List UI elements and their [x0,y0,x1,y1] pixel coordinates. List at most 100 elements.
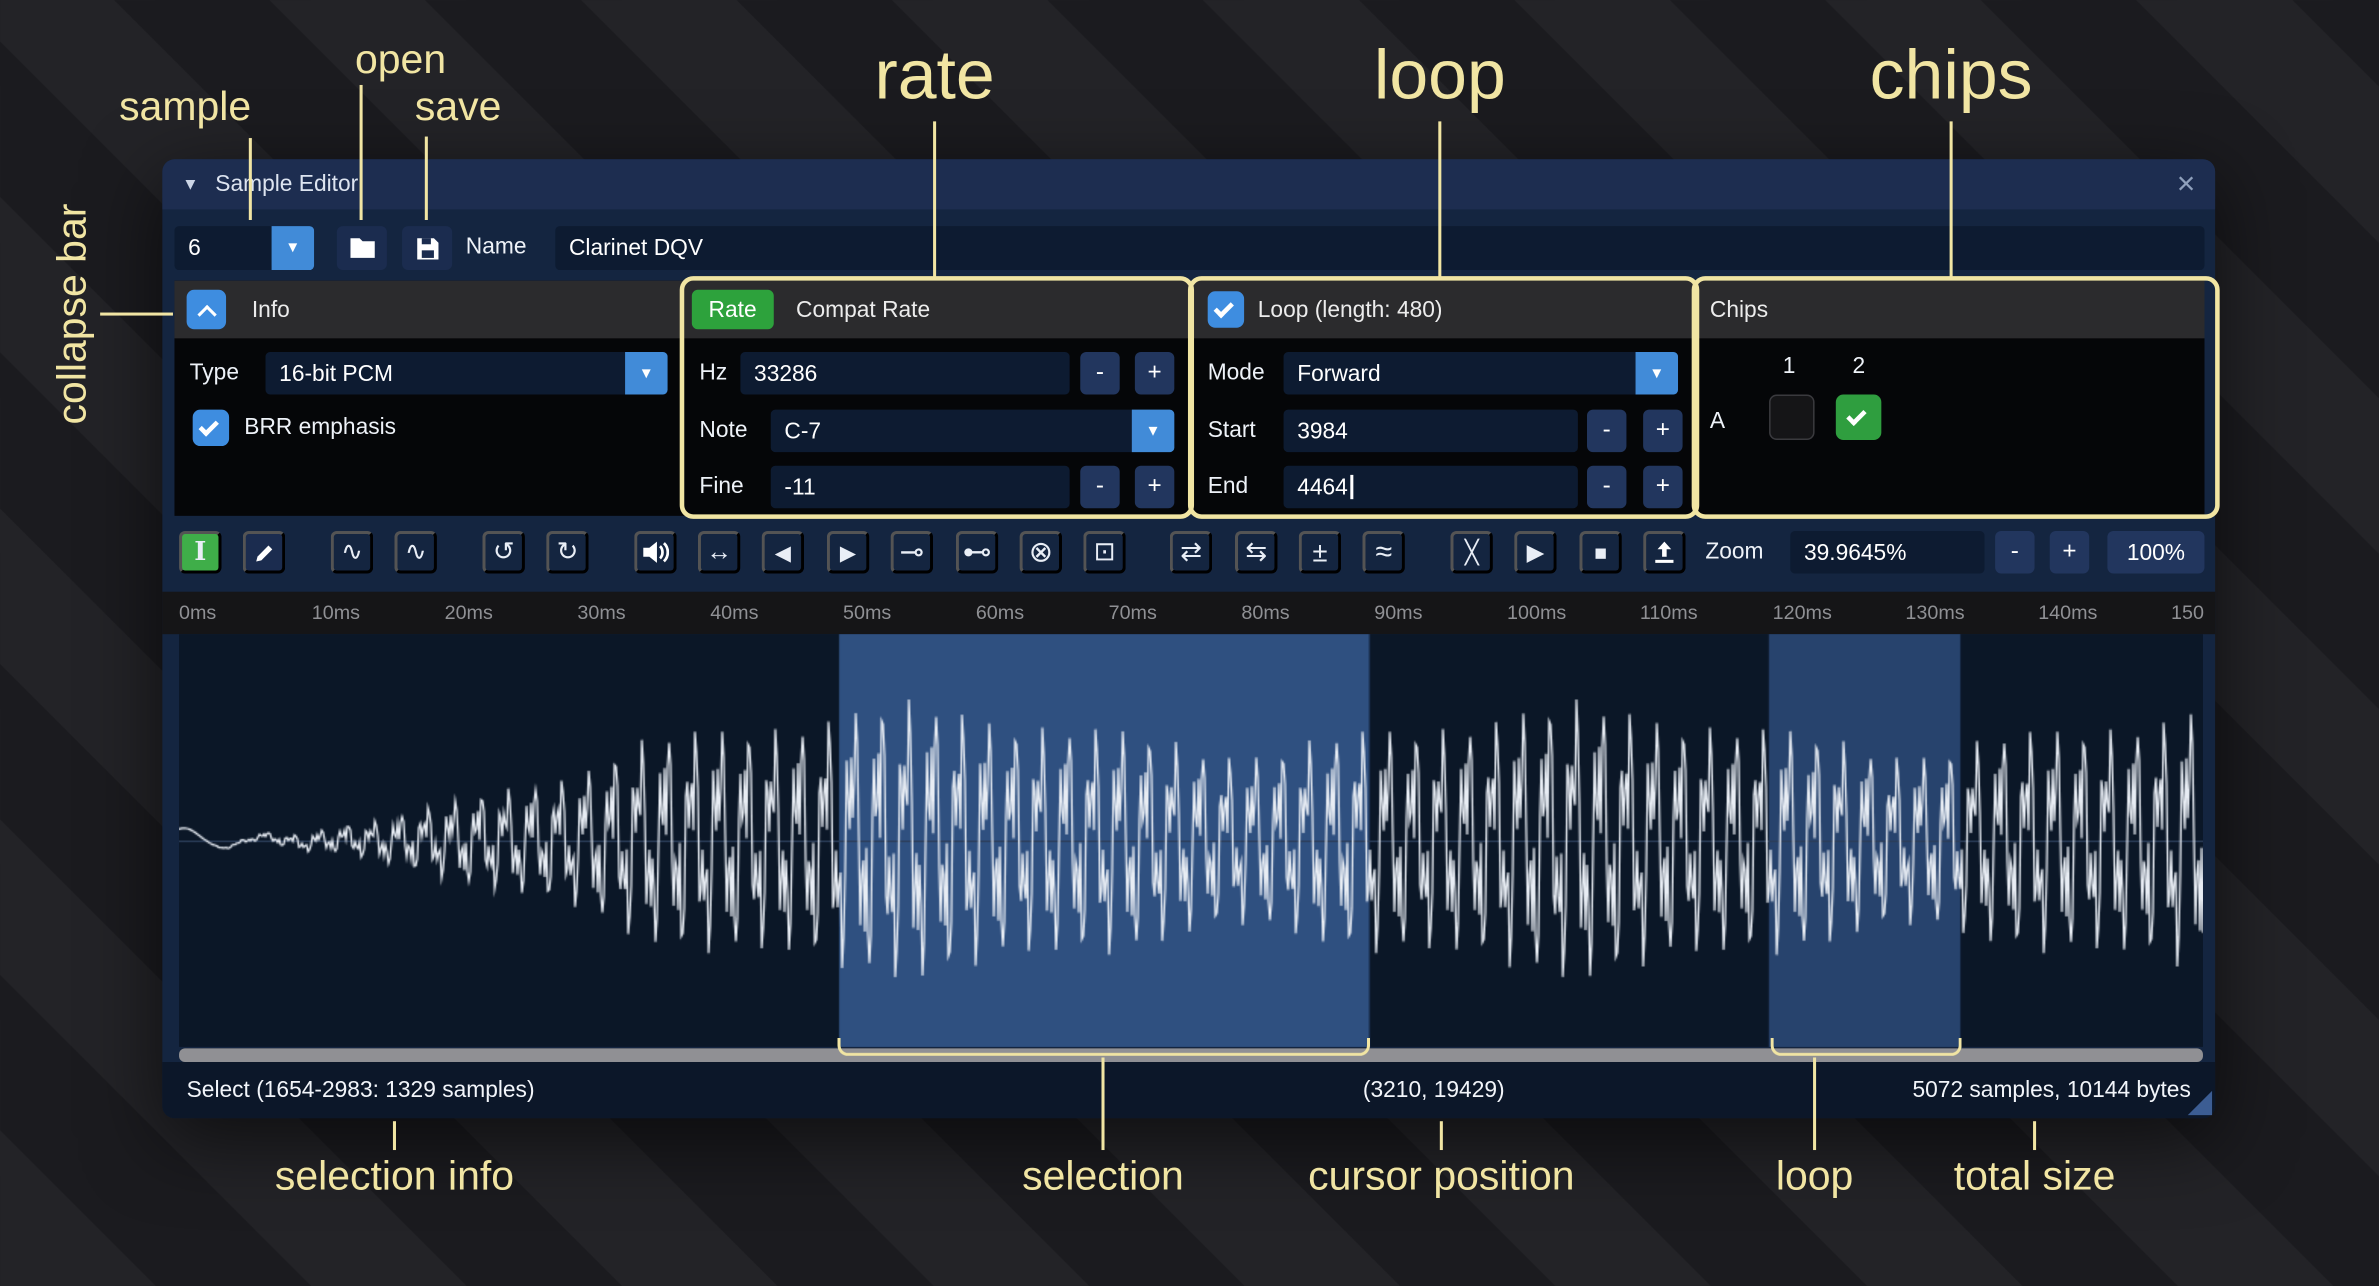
brr-emphasis-checkbox[interactable] [193,410,229,446]
close-icon[interactable]: × [2177,168,2196,200]
speaker-icon [642,540,669,564]
annotation-loop-bottom: loop [1776,1153,1853,1200]
ruler-tick: 90ms [1374,601,1422,624]
ruler-tick: 30ms [577,601,625,624]
silence-button[interactable]: ⊗ [1020,531,1062,573]
sample-number-select[interactable]: 6 ▼ [174,226,314,270]
redo-button[interactable]: ↻ [546,531,588,573]
timeline-ruler: 0ms10ms20ms30ms40ms50ms60ms70ms80ms90ms1… [162,592,2215,634]
floppy-icon [415,236,439,260]
fade-out-button[interactable]: ⊸ [891,531,933,573]
zoom-decrease-button[interactable]: - [1995,531,2034,573]
draw-mode-button[interactable] [243,531,285,573]
pencil-icon [253,541,276,564]
checkmark-icon [199,416,219,436]
annotation-line-chips [1950,121,1953,277]
annotation-cursor-position: cursor position [1308,1153,1574,1200]
save-button[interactable] [402,226,452,270]
type-select[interactable]: 16-bit PCM ▼ [266,352,668,394]
fade-out-icon: ⊸ [900,535,924,570]
annotation-bracket-loop [1771,1038,1962,1056]
annotation-collapse-bar: collapse bar [49,204,96,425]
upload-button[interactable] [1643,531,1685,573]
undo-button[interactable]: ↺ [482,531,524,573]
reverse-button[interactable]: ◀ [762,531,804,573]
annotation-line-save [425,137,428,220]
flip-horizontal-button[interactable]: ⇄ [1170,531,1212,573]
annotation-line-rate [933,121,936,277]
crop-icon: ⊡ [1094,537,1116,567]
open-button[interactable] [337,226,387,270]
ibeam-cursor-icon: I [194,537,206,567]
annotation-outline-rate [680,276,1194,519]
selection-info-text: Select (1654-2983: 1329 samples) [187,1062,535,1118]
sample-number-value: 6 [174,235,271,261]
annotation-line-selection [1101,1057,1104,1150]
resize-grip[interactable] [2188,1091,2212,1115]
ruler-tick: 130ms [1905,601,1964,624]
annotation-total-size: total size [1954,1153,2116,1200]
annotation-line-cursor-position [1440,1121,1443,1150]
preview-button[interactable]: ▶ [1514,531,1556,573]
circle-x-icon: ⊗ [1029,535,1053,570]
ruler-tick: 0ms [179,601,216,624]
type-value: 16-bit PCM [266,360,626,386]
flip-vertical-icon: ⇆ [1245,537,1267,567]
trim-button[interactable]: ⊡ [1083,531,1125,573]
resize-button[interactable]: ∿ [331,531,373,573]
play-icon: ▶ [1527,539,1545,566]
zoom-input[interactable]: 39.9645% [1790,531,1984,573]
status-bar: Select (1654-2983: 1329 samples) (3210, … [162,1062,2215,1118]
info-header: Info [174,281,684,339]
annotation-loop: loop [1374,33,1506,115]
upload-icon [1652,540,1676,564]
filter-button[interactable]: ≈ [1362,531,1404,573]
annotation-line-loop-bottom [1813,1057,1816,1150]
triangle-right-icon: ▶ [840,539,856,565]
ruler-tick: 140ms [2038,601,2097,624]
titlebar[interactable]: ▼ Sample Editor × [162,159,2215,209]
ruler-tick: 110ms [1640,601,1698,624]
stop-button[interactable]: ■ [1579,531,1621,573]
play-from-start-button[interactable]: ▶ [827,531,869,573]
stop-icon: ■ [1594,540,1607,564]
waveform-canvas[interactable] [179,634,2203,1047]
ruler-tick: 40ms [710,601,758,624]
name-input[interactable]: Clarinet DQV [555,226,2204,270]
resample-button[interactable]: ∿ [394,531,436,573]
window-collapse-icon[interactable]: ▼ [182,175,199,193]
ruler-tick: 10ms [312,601,360,624]
flip-vertical-button[interactable]: ⇆ [1235,531,1277,573]
sign-button[interactable]: ± [1299,531,1341,573]
annotation-line-collapse-bar [100,313,173,316]
zoom-increase-button[interactable]: + [2050,531,2089,573]
type-label: Type [190,352,239,394]
ruler-tick: 80ms [1241,601,1289,624]
zoom-reset-button[interactable]: 100% [2107,531,2204,573]
ruler-tick: 20ms [445,601,493,624]
chevron-up-icon [197,304,216,323]
amplify-button[interactable] [634,531,676,573]
desktop: ▼ Sample Editor × 6 ▼ Name Clarinet DQV … [0,0,2379,1286]
ruler-tick: 150 [2171,601,2204,624]
chevron-down-icon[interactable]: ▼ [272,226,314,270]
crossfade-button[interactable]: ╳ [1450,531,1492,573]
select-mode-button[interactable]: I [179,531,221,573]
undo-icon: ↺ [493,537,515,567]
annotation-line-total-size [2033,1121,2036,1150]
plus-minus-icon: ± [1312,536,1327,568]
fade-in-button[interactable]: ⊷ [956,531,998,573]
ruler-tick: 100ms [1507,601,1566,624]
name-value: Clarinet DQV [569,235,703,261]
collapse-info-button[interactable] [187,290,226,329]
wave-resize-icon: ∿ [341,537,363,567]
info-title: Info [252,297,290,323]
info-panel: Info Type 16-bit PCM ▼ BRR emphasis [174,281,684,516]
normalize-button[interactable]: ↔ [698,531,740,573]
arrows-horizontal-icon: ↔ [706,537,732,567]
ruler-tick: 70ms [1109,601,1157,624]
brr-emphasis-label: BRR emphasis [244,407,396,449]
annotation-sample: sample [119,83,251,130]
annotation-line-selection-info [393,1121,396,1150]
chevron-down-icon[interactable]: ▼ [625,352,667,394]
